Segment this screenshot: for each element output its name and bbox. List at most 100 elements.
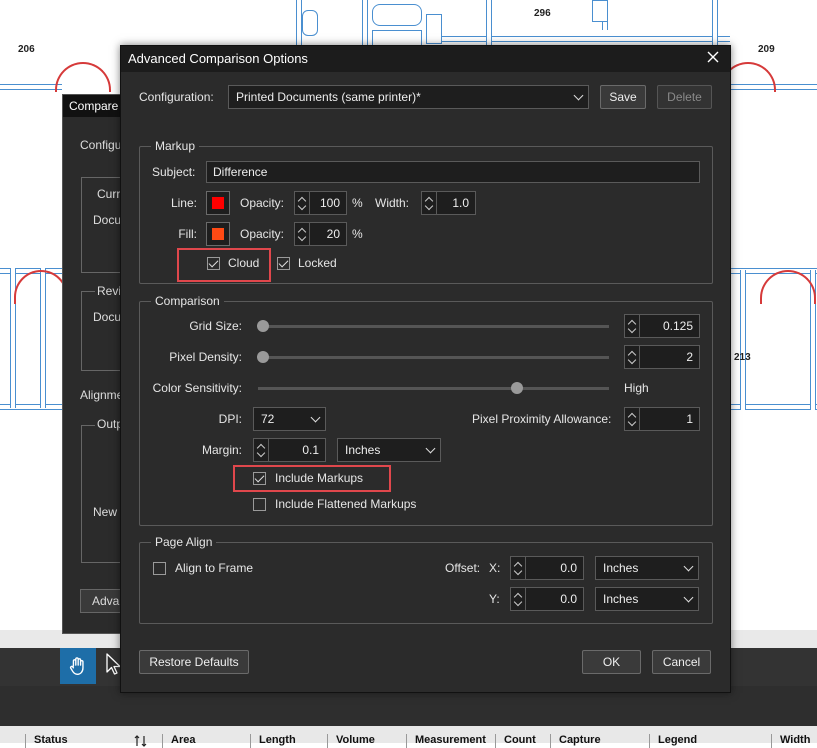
- color-sensitivity-label: Color Sensitivity:: [152, 381, 242, 395]
- stepper-arrows[interactable]: [422, 192, 437, 214]
- plan-wall: [712, 0, 718, 45]
- dialog-title-bar[interactable]: Advanced Comparison Options: [121, 46, 730, 72]
- width-stepper[interactable]: 1.0: [421, 191, 476, 215]
- ok-button[interactable]: OK: [582, 650, 641, 674]
- col-header-count[interactable]: Count: [495, 734, 544, 748]
- pixel-density-stepper[interactable]: 2: [624, 345, 700, 369]
- col-header-measurement[interactable]: Measurement: [406, 734, 499, 748]
- color-sensitivity-slider[interactable]: [258, 387, 609, 390]
- grid-size-slider[interactable]: [258, 325, 609, 328]
- hand-icon: [69, 657, 84, 675]
- plan-fixture: [592, 0, 608, 22]
- locked-checkbox[interactable]: [277, 257, 290, 270]
- plan-fixture: [372, 4, 422, 26]
- col-header-volume[interactable]: Volume: [327, 734, 404, 748]
- filter-sort-icon[interactable]: [134, 735, 150, 747]
- stepper-arrows[interactable]: [511, 588, 526, 610]
- plan-door: [760, 270, 816, 304]
- stepper-arrows[interactable]: [511, 557, 526, 579]
- room-number: 296: [534, 8, 551, 19]
- plan-wall: [0, 84, 62, 90]
- include-markups-checkbox[interactable]: [253, 472, 266, 485]
- save-button[interactable]: Save: [600, 85, 646, 109]
- compare-config-label: Configu: [80, 138, 122, 152]
- room-number: 213: [734, 352, 751, 363]
- offset-y-value: 0.0: [560, 592, 577, 606]
- margin-unit-select[interactable]: Inches: [337, 438, 441, 462]
- stepper-down-icon: [627, 355, 637, 365]
- col-header-legend[interactable]: Legend: [649, 734, 768, 748]
- offset-label: Offset:: [445, 561, 481, 575]
- pixel-density-slider-thumb[interactable]: [257, 351, 269, 363]
- chevron-down-icon: [683, 561, 694, 572]
- offset-x-value: 0.0: [560, 561, 577, 575]
- offset-y-label: Y:: [489, 592, 500, 606]
- offset-y-unit-select[interactable]: Inches: [595, 587, 699, 611]
- include-flattened-checkbox[interactable]: [253, 498, 266, 511]
- color-sensitivity-slider-thumb[interactable]: [511, 382, 523, 394]
- line-opacity-stepper[interactable]: 100: [294, 191, 347, 215]
- grid-size-slider-thumb[interactable]: [257, 320, 269, 332]
- markups-table-header: Status Area Length Volume Measurement Co…: [0, 726, 817, 748]
- fill-opacity-stepper[interactable]: 20: [294, 222, 347, 246]
- close-button[interactable]: [704, 50, 722, 68]
- pan-tool-button[interactable]: [60, 648, 96, 684]
- col-header-width[interactable]: Width: [771, 734, 817, 748]
- subject-input[interactable]: Difference: [206, 161, 700, 183]
- pixel-proximity-stepper[interactable]: 1: [624, 407, 700, 431]
- checkmark-icon: [208, 257, 219, 268]
- stepper-arrows[interactable]: [295, 192, 310, 214]
- stepper-down-icon: [256, 448, 266, 458]
- col-header-capture[interactable]: Capture: [550, 734, 645, 748]
- pixel-density-slider[interactable]: [258, 356, 609, 359]
- offset-x-label: X:: [489, 561, 501, 575]
- cloud-checkbox[interactable]: [207, 257, 220, 270]
- compare-advanced-label: Adva: [92, 594, 120, 608]
- stepper-arrows[interactable]: [625, 346, 640, 368]
- fill-label: Fill:: [178, 227, 197, 241]
- pixel-density-label: Pixel Density:: [169, 350, 242, 364]
- checkmark-icon: [278, 257, 289, 268]
- delete-button[interactable]: Delete: [657, 85, 712, 109]
- compare-revised-doc: Docu: [93, 310, 122, 324]
- dpi-select[interactable]: 72: [253, 407, 326, 431]
- dpi-label: DPI:: [218, 412, 242, 426]
- stepper-down-icon: [513, 566, 523, 576]
- fill-opacity-value: 20: [326, 227, 340, 241]
- col-header-length[interactable]: Length: [250, 734, 327, 748]
- room-number: 209: [758, 44, 775, 55]
- col-header-status[interactable]: Status: [25, 734, 151, 748]
- grid-size-stepper[interactable]: 0.125: [624, 314, 700, 338]
- align-to-frame-label: Align to Frame: [175, 561, 254, 575]
- margin-unit-value: Inches: [345, 443, 381, 457]
- margin-stepper[interactable]: 0.1: [253, 438, 326, 462]
- line-color-picker[interactable]: [206, 191, 230, 215]
- stepper-arrows[interactable]: [625, 315, 640, 337]
- col-header-area[interactable]: Area: [162, 734, 241, 748]
- width-label: Width:: [375, 196, 410, 210]
- page-align-group: [139, 542, 713, 624]
- margin-value: 0.1: [302, 443, 319, 457]
- plan-wall: [440, 36, 730, 42]
- page-align-group-label: Page Align: [151, 534, 217, 550]
- chevron-down-icon: [425, 443, 436, 454]
- plan-fixture: [426, 14, 442, 44]
- stepper-down-icon: [627, 324, 637, 334]
- chevron-down-icon: [310, 412, 321, 423]
- offset-x-stepper[interactable]: 0.0: [510, 556, 584, 580]
- stepper-arrows[interactable]: [625, 408, 640, 430]
- line-color-swatch: [212, 197, 224, 209]
- offset-y-stepper[interactable]: 0.0: [510, 587, 584, 611]
- align-to-frame-checkbox[interactable]: [153, 562, 166, 575]
- stepper-arrows[interactable]: [254, 439, 269, 461]
- chevron-down-icon: [683, 592, 694, 603]
- stepper-arrows[interactable]: [295, 223, 310, 245]
- restore-defaults-button[interactable]: Restore Defaults: [139, 650, 249, 674]
- plan-fixture: [302, 10, 318, 36]
- offset-x-unit-select[interactable]: Inches: [595, 556, 699, 580]
- fill-color-picker[interactable]: [206, 222, 230, 246]
- width-value: 1.0: [452, 196, 469, 210]
- cancel-button[interactable]: Cancel: [652, 650, 711, 674]
- configuration-select[interactable]: Printed Documents (same printer)*: [228, 85, 589, 109]
- fill-opacity-label: Opacity:: [240, 227, 285, 241]
